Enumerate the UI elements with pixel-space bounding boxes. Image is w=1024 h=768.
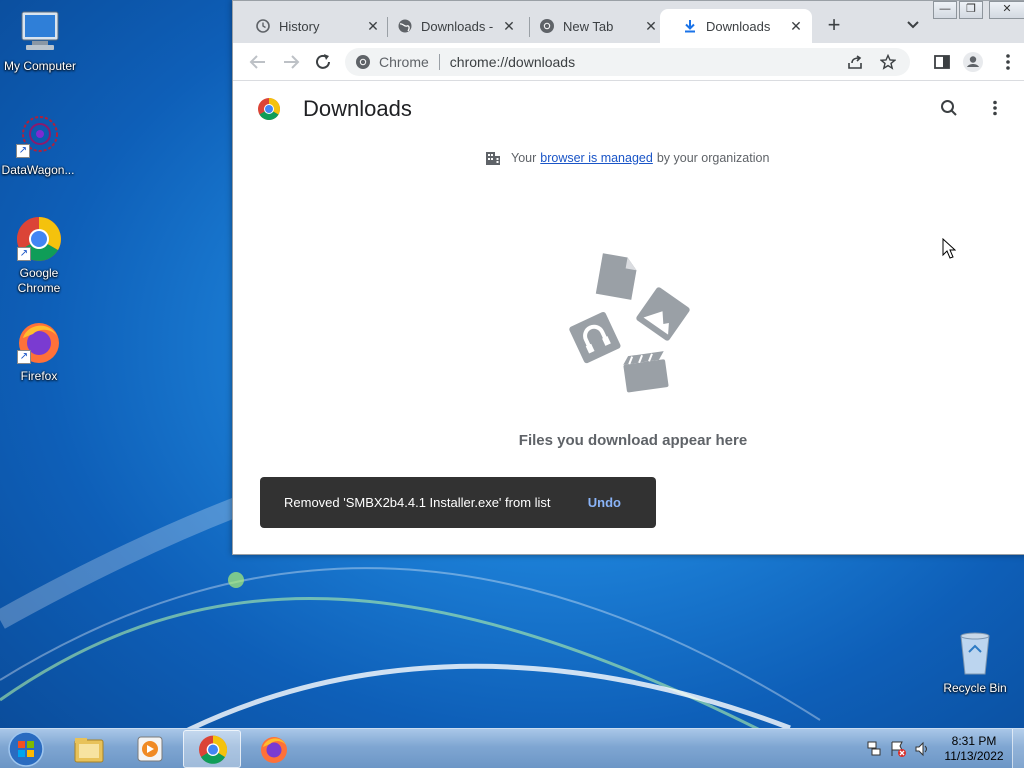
mouse-cursor-icon: [942, 238, 956, 259]
page-title: Downloads: [303, 96, 412, 121]
globe-icon: [397, 18, 413, 34]
close-icon[interactable]: ✕: [788, 18, 804, 34]
more-options-icon[interactable]: [986, 99, 1004, 117]
clock-time: 8:31 PM: [951, 734, 997, 748]
taskbar-clock[interactable]: 8:31 PM 11/13/2022: [940, 734, 1008, 764]
close-window-button[interactable]: ✕: [989, 1, 1024, 19]
tab-history[interactable]: History ✕: [233, 9, 389, 43]
tab-label: New Tab: [563, 18, 614, 34]
taskbar-firefox[interactable]: [245, 730, 303, 768]
datawagon-icon: ↗: [14, 112, 62, 160]
taskbar-media-player[interactable]: [121, 730, 179, 768]
desktop-icon-my-computer[interactable]: My Computer: [0, 8, 80, 74]
url-text: chrome://downloads: [449, 54, 576, 70]
restore-button[interactable]: ❐: [959, 1, 983, 19]
removed-toast: Removed 'SMBX2b4.4.1 Installer.exe' from…: [260, 477, 656, 528]
desktop-icon-google-chrome[interactable]: ↗ Google Chrome: [0, 215, 79, 296]
system-tray[interactable]: [864, 739, 934, 759]
tab-label: Downloads: [706, 18, 771, 34]
new-tab-button[interactable]: +: [823, 14, 845, 37]
taskbar-chrome[interactable]: [183, 730, 241, 768]
managed-prefix: Your: [511, 151, 537, 165]
desktop-icon-firefox[interactable]: ↗ Firefox: [0, 318, 79, 384]
history-icon: [255, 18, 271, 34]
volume-icon: [915, 741, 927, 757]
computer-icon: [16, 8, 64, 56]
taskbar: 8:31 PM 11/13/2022: [0, 728, 1024, 768]
chrome-logo-icon: [257, 97, 281, 121]
undo-button[interactable]: Undo: [588, 495, 621, 510]
recycle-bin-icon: [951, 630, 999, 678]
empty-downloads-illustration: [569, 253, 690, 393]
side-panel-button[interactable]: [931, 51, 953, 73]
desktop-icon-label: My Computer: [3, 59, 77, 73]
forward-button[interactable]: [280, 51, 302, 73]
star-icon[interactable]: [879, 53, 897, 73]
firefox-icon: ↗: [15, 318, 63, 366]
desktop-icon-label: Recycle Bin: [943, 681, 1007, 695]
show-desktop-button[interactable]: [1012, 729, 1024, 768]
toast-message: Removed 'SMBX2b4.4.1 Installer.exe' from…: [284, 495, 551, 510]
desktop-icon-recycle-bin[interactable]: Recycle Bin: [935, 630, 1015, 696]
tab-label: History: [279, 18, 320, 34]
tab-label: Downloads - S: [421, 18, 495, 34]
reload-button[interactable]: [312, 51, 334, 73]
shortcut-arrow-icon: ↗: [17, 247, 31, 261]
chrome-window: History ✕ Downloads - S ✕ New Tab ✕ Down…: [232, 0, 1024, 555]
desktop-icon-label: DataWagon...: [1, 163, 75, 177]
site-label: Chrome: [379, 54, 429, 70]
tab-new-tab[interactable]: New Tab ✕: [517, 9, 667, 43]
minimize-button[interactable]: —: [933, 1, 957, 19]
desktop-icon-datawagon[interactable]: ↗ DataWagon...: [0, 112, 78, 178]
chrome-icon: [355, 54, 371, 73]
tab-downloads[interactable]: Downloads ✕: [660, 9, 812, 43]
divider: [438, 54, 440, 70]
action-center-icon: [891, 741, 906, 757]
folder-icon: [73, 734, 105, 764]
managed-notice: Your browser is managed by your organiza…: [485, 150, 769, 166]
desktop-icon-label: Google Chrome: [17, 266, 61, 295]
chrome-icon: [197, 735, 229, 765]
tab-downloads-s[interactable]: Downloads - S ✕: [375, 9, 525, 43]
taskbar-explorer[interactable]: [60, 730, 118, 768]
kebab-menu-icon[interactable]: [997, 51, 1019, 73]
network-icon: [867, 741, 881, 756]
desktop-icon-label: Firefox: [20, 369, 58, 383]
share-icon[interactable]: [846, 54, 864, 73]
close-icon[interactable]: ✕: [501, 18, 517, 34]
search-icon[interactable]: [940, 99, 958, 117]
toolbar: Chrome chrome://downloads: [233, 43, 1024, 81]
chrome-icon: ↗: [15, 215, 63, 263]
download-icon: [682, 18, 698, 34]
building-icon: [485, 150, 501, 166]
shortcut-arrow-icon: ↗: [16, 144, 30, 158]
firefox-icon: [258, 734, 290, 764]
chevron-down-icon[interactable]: [905, 17, 921, 33]
clock-date: 11/13/2022: [944, 749, 1004, 763]
shortcut-arrow-icon: ↗: [17, 350, 31, 364]
media-player-icon: [134, 734, 166, 764]
close-icon[interactable]: ✕: [643, 18, 659, 34]
profile-avatar[interactable]: [962, 51, 984, 73]
empty-state-text: Files you download appear here: [518, 432, 748, 449]
start-button[interactable]: [6, 730, 46, 768]
browser-managed-link[interactable]: browser is managed: [540, 151, 653, 165]
downloads-page: Downloads Your browser is managed by you…: [233, 82, 1024, 554]
tab-strip: History ✕ Downloads - S ✕ New Tab ✕ Down…: [233, 1, 1024, 43]
back-button[interactable]: [247, 51, 269, 73]
chrome-icon: [539, 18, 555, 34]
address-bar[interactable]: Chrome chrome://downloads: [345, 48, 910, 76]
managed-suffix: by your organization: [656, 151, 770, 165]
